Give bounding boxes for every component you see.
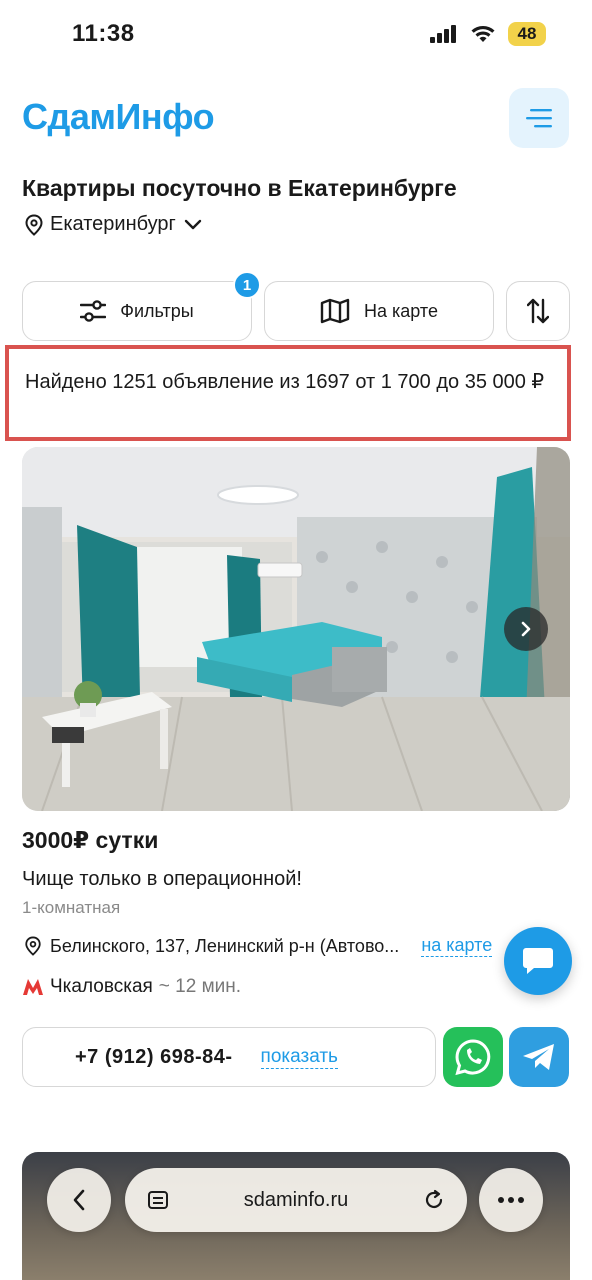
site-logo[interactable]: СдамИнфо xyxy=(22,96,215,138)
url-text: sdaminfo.ru xyxy=(243,1188,349,1211)
show-on-map-link[interactable]: на карте xyxy=(421,935,493,957)
results-count-text: Найдено 1251 объявление из 1697 от 1 700… xyxy=(5,345,571,441)
wifi-icon xyxy=(471,26,495,42)
phone-number: +7 (912) 698-84- xyxy=(75,1045,233,1068)
phone-reveal-box[interactable]: +7 (912) 698-84- показать xyxy=(22,1027,436,1087)
chevron-left-icon xyxy=(73,1189,85,1211)
whatsapp-icon xyxy=(455,1039,491,1076)
filters-icon xyxy=(80,300,107,322)
city-selector[interactable]: Екатеринбург xyxy=(24,213,204,236)
filters-button[interactable]: Фильтры xyxy=(22,281,252,341)
map-button[interactable]: На карте xyxy=(264,281,494,341)
city-name: Екатеринбург xyxy=(50,213,176,235)
reload-icon[interactable] xyxy=(423,1189,445,1211)
apartment-photo-image xyxy=(22,447,570,811)
map-label: На карте xyxy=(364,300,438,321)
listing-photo[interactable] xyxy=(22,447,570,811)
chevron-down-icon xyxy=(184,219,202,229)
whatsapp-button[interactable] xyxy=(443,1027,503,1087)
metro-station: Чкаловская xyxy=(50,976,153,997)
map-icon xyxy=(320,298,350,324)
menu-button[interactable] xyxy=(509,88,569,148)
more-dots-icon xyxy=(498,1197,524,1203)
page-title: Квартиры посуточно в Екатеринбурге xyxy=(22,175,457,201)
listing-address: Белинского, 137, Ленинский р-н (Автово..… xyxy=(50,935,400,956)
chat-bubble-icon xyxy=(523,948,553,974)
chat-button[interactable] xyxy=(504,927,572,995)
tabs-icon xyxy=(148,1191,168,1209)
signal-icon xyxy=(430,25,456,43)
telegram-button[interactable] xyxy=(509,1027,569,1087)
metro-icon xyxy=(23,979,43,995)
listing-price: 3000₽ сутки xyxy=(22,827,159,853)
listing-address-row: Белинского, 137, Ленинский р-н (Автово..… xyxy=(24,935,504,957)
status-icons: 48 xyxy=(430,22,546,46)
browser-back-button[interactable] xyxy=(47,1168,111,1232)
filters-label: Фильтры xyxy=(120,300,194,321)
telegram-icon xyxy=(523,1044,554,1070)
location-pin-icon xyxy=(25,936,41,956)
location-pin-icon xyxy=(25,213,43,236)
listing-rooms: 1-комнатная xyxy=(22,898,121,917)
sort-button[interactable] xyxy=(506,281,570,341)
status-time: 11:38 xyxy=(72,20,135,47)
browser-more-button[interactable] xyxy=(479,1168,543,1232)
show-phone-link[interactable]: показать xyxy=(260,1046,338,1069)
photo-next-button[interactable] xyxy=(504,607,548,651)
chevron-right-icon xyxy=(521,621,531,637)
metro-time: ~ 12 мин. xyxy=(158,976,242,997)
battery-indicator: 48 xyxy=(508,22,546,46)
metro-row: Чкаловская ~ 12 мин. xyxy=(22,976,241,998)
listing-title[interactable]: Чище только в операционной! xyxy=(22,868,302,891)
hamburger-icon xyxy=(526,109,552,128)
filters-count-badge: 1 xyxy=(233,271,261,299)
address-bar[interactable]: sdaminfo.ru xyxy=(125,1168,467,1232)
sort-arrows-icon xyxy=(527,298,549,324)
